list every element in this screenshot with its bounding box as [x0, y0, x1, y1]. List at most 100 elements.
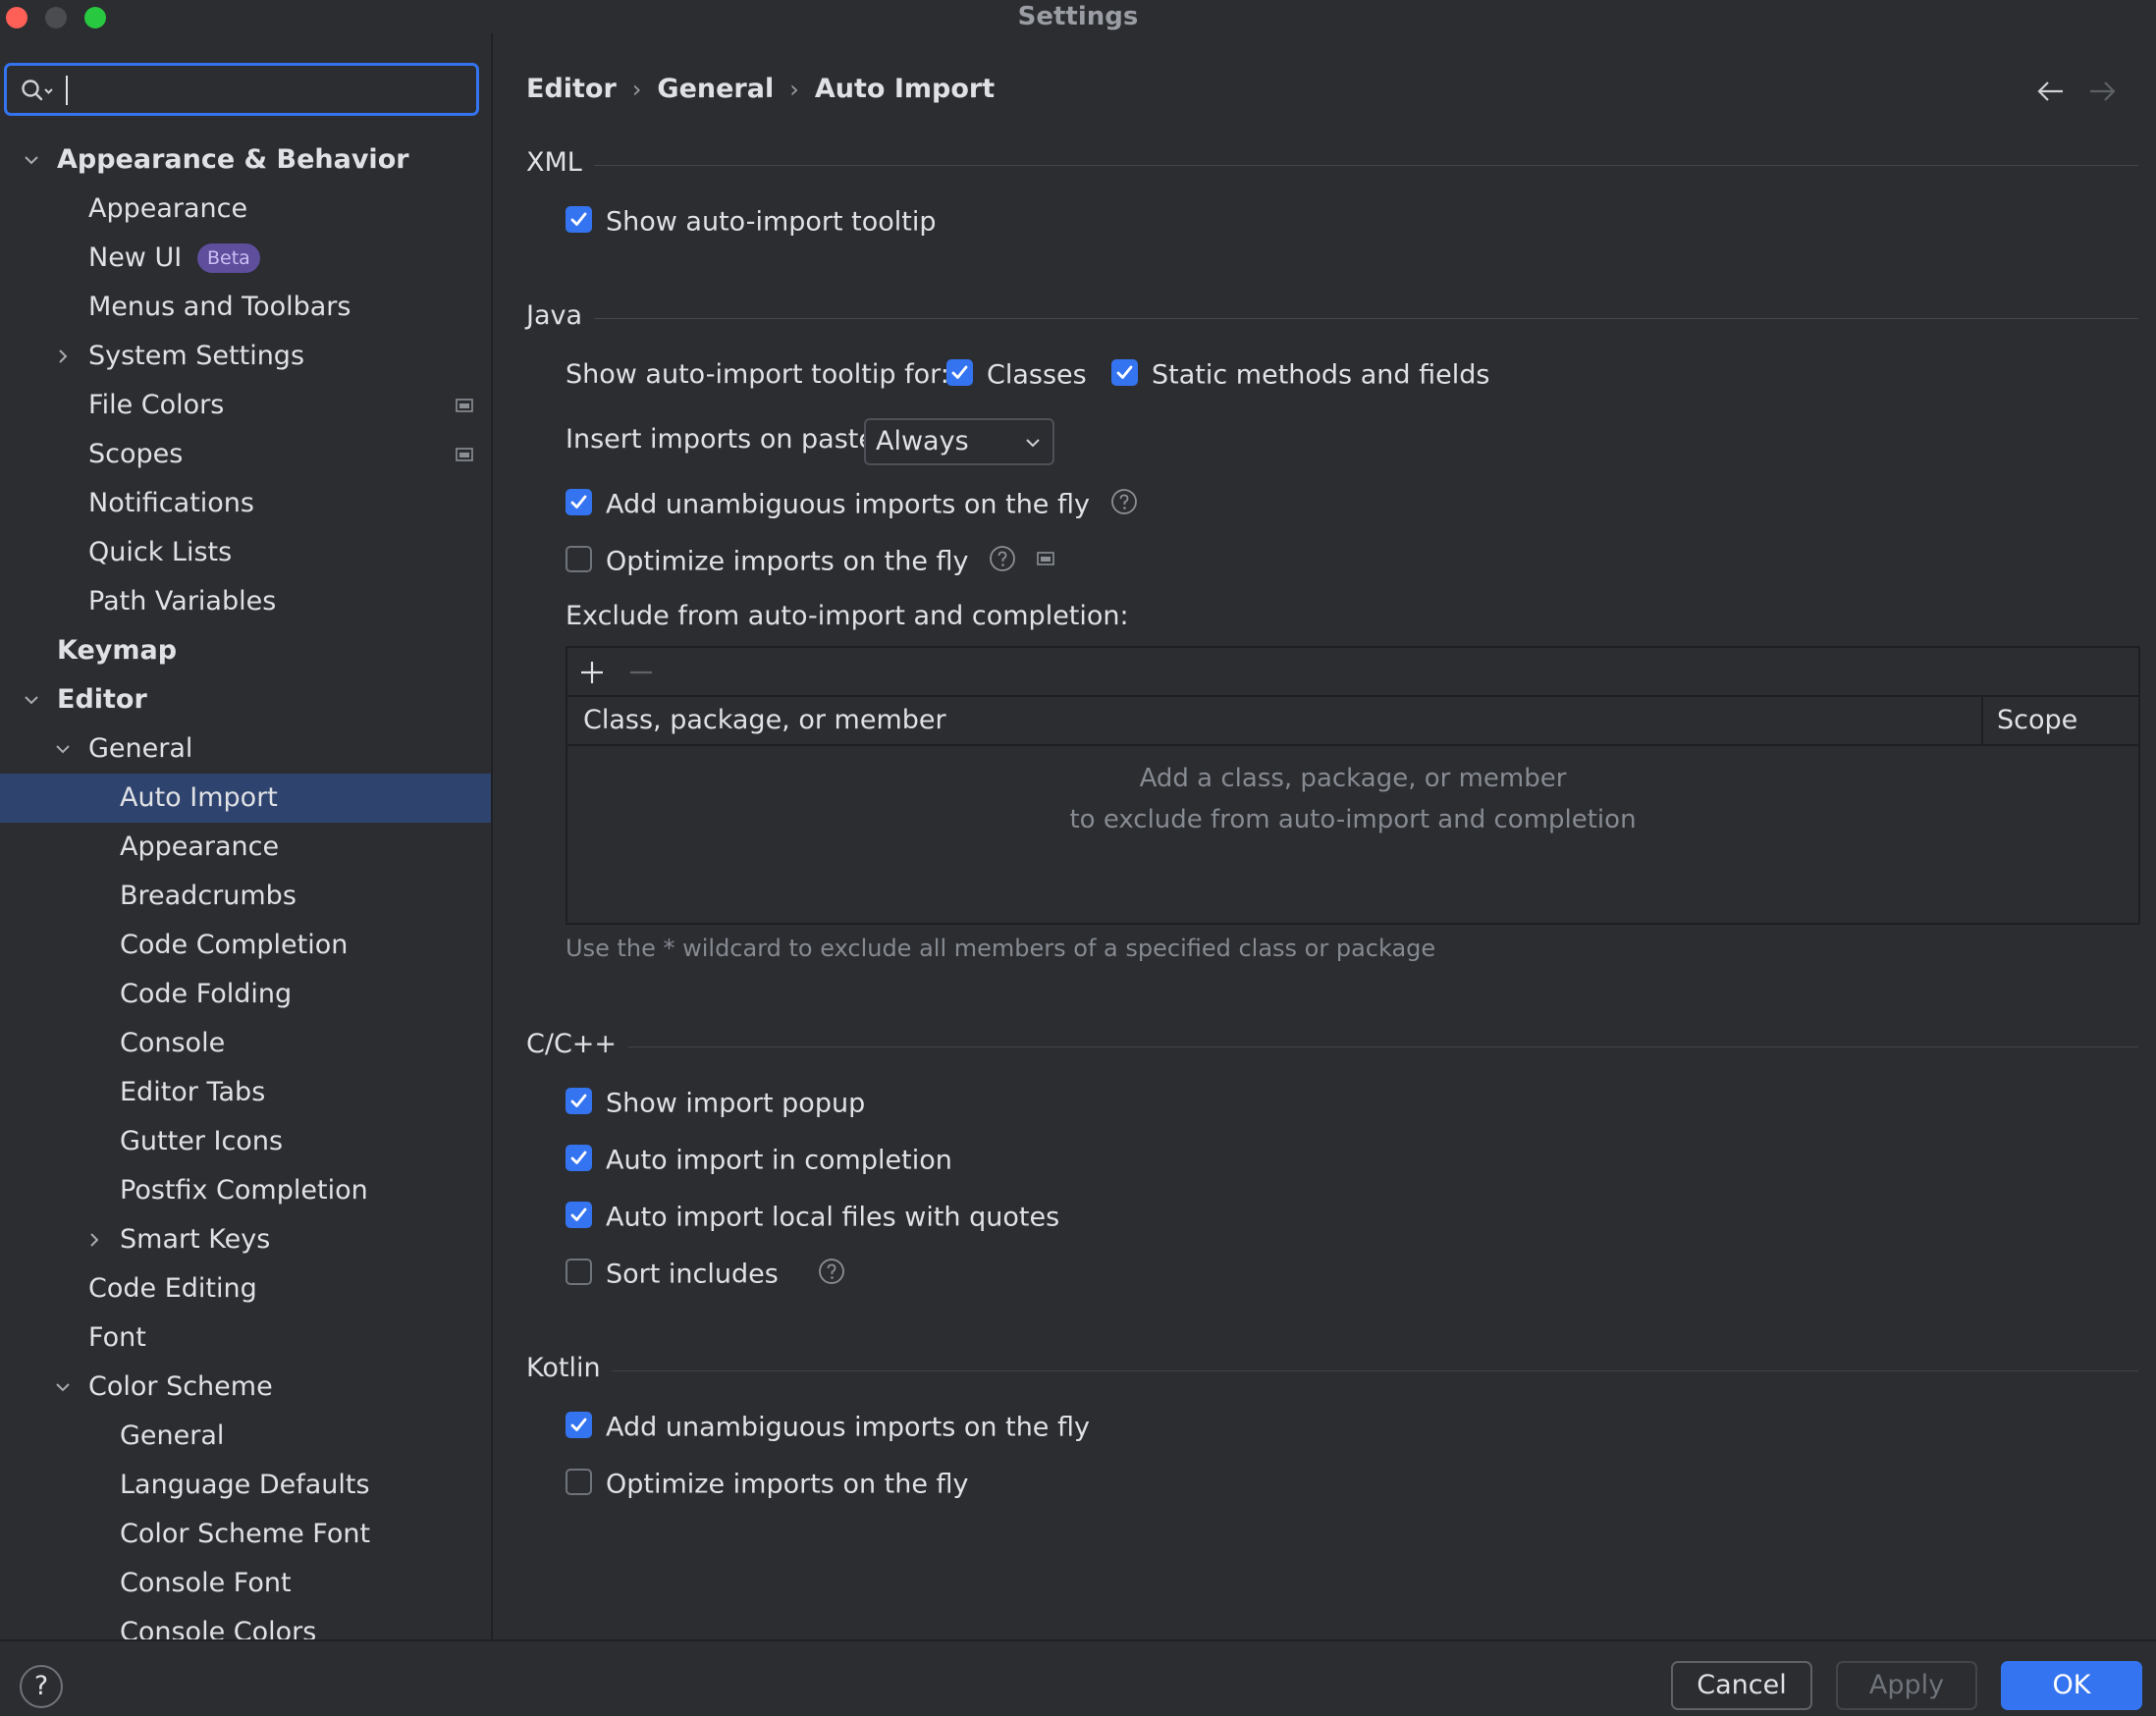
sidebar-item-code-folding[interactable]: Code Folding	[0, 970, 491, 1019]
sidebar-item-editor-tabs[interactable]: Editor Tabs	[0, 1068, 491, 1117]
sidebar-item-new-ui[interactable]: New UI Beta	[0, 234, 491, 283]
sidebar-item-code-editing[interactable]: Code Editing	[0, 1264, 491, 1314]
sidebar-item-breadcrumbs[interactable]: Breadcrumbs	[0, 872, 491, 921]
column-divider	[1981, 697, 1983, 744]
sidebar-item-label: Color Scheme Font	[120, 1519, 371, 1549]
sidebar-item-appearance[interactable]: Appearance	[0, 823, 491, 872]
checkbox-unchecked-icon	[566, 1259, 592, 1285]
cpp-show-import-popup-checkbox[interactable]: Show import popup	[566, 1084, 865, 1123]
sidebar-item-quick-lists[interactable]: Quick Lists	[0, 528, 491, 577]
sidebar-item-label: Breadcrumbs	[120, 881, 296, 911]
breadcrumb-item-editor[interactable]: Editor	[526, 74, 617, 104]
minus-icon[interactable]	[628, 660, 654, 685]
sidebar-item-label: Code Editing	[88, 1273, 257, 1304]
plus-icon[interactable]	[579, 660, 605, 685]
sidebar-item-label: Appearance	[88, 193, 248, 224]
java-optimize-imports-checkbox[interactable]: Optimize imports on the fly	[566, 542, 1054, 581]
settings-sidebar: Appearance & Behavior Appearance New UI Bet…	[0, 33, 493, 1639]
sidebar-item-menus-and-toolbars[interactable]: Menus and Toolbars	[0, 283, 491, 332]
sidebar-item-postfix-completion[interactable]: Postfix Completion	[0, 1166, 491, 1215]
breadcrumb-item-auto-import: Auto Import	[814, 74, 996, 104]
apply-button[interactable]: Apply	[1836, 1661, 1977, 1710]
sidebar-item-gutter-icons[interactable]: Gutter Icons	[0, 1117, 491, 1166]
sidebar-item-editor[interactable]: Editor	[0, 675, 491, 724]
question-circle-icon[interactable]	[989, 545, 1016, 572]
section-title-kotlin: Kotlin	[526, 1353, 613, 1383]
chevron-down-icon[interactable]	[24, 152, 39, 168]
sidebar-item-color-scheme[interactable]: Color Scheme	[0, 1363, 491, 1412]
sidebar-item-path-variables[interactable]: Path Variables	[0, 577, 491, 626]
sidebar-item-console-colors[interactable]: Console Colors	[0, 1608, 491, 1639]
sidebar-item-appearance[interactable]: Appearance	[0, 185, 491, 234]
java-static-methods-checkbox[interactable]: Static methods and fields	[1111, 355, 1489, 395]
sidebar-item-smart-keys[interactable]: Smart Keys	[0, 1215, 491, 1264]
cpp-auto-import-completion-checkbox[interactable]: Auto import in completion	[566, 1141, 952, 1180]
question-circle-icon[interactable]	[1110, 488, 1138, 515]
chevron-down-icon[interactable]	[55, 741, 71, 757]
checkbox-checked-icon	[566, 1145, 592, 1171]
breadcrumb-item-general[interactable]: General	[657, 74, 774, 104]
insert-on-paste-label: Insert imports on paste:	[566, 424, 885, 455]
column-header-scope[interactable]: Scope	[1997, 697, 2077, 744]
sidebar-item-code-completion[interactable]: Code Completion	[0, 921, 491, 970]
sidebar-item-label: Color Scheme	[88, 1371, 273, 1402]
sidebar-item-label: System Settings	[88, 341, 305, 371]
sidebar-item-console[interactable]: Console	[0, 1019, 491, 1068]
dialog-footer: ? Cancel Apply OK	[0, 1639, 2156, 1716]
sidebar-item-label: Console	[120, 1028, 226, 1058]
settings-tree[interactable]: Appearance & Behavior Appearance New UI Bet…	[0, 135, 491, 1639]
sidebar-item-label: Scopes	[88, 439, 184, 469]
sidebar-item-file-colors[interactable]: File Colors	[0, 381, 491, 430]
exclude-table[interactable]: Class, package, or member Scope Add a cl…	[566, 646, 2140, 925]
sidebar-item-appearance-behavior[interactable]: Appearance & Behavior	[0, 135, 491, 185]
cpp-sort-includes-checkbox[interactable]: Sort includes	[566, 1255, 845, 1294]
sidebar-item-language-defaults[interactable]: Language Defaults	[0, 1461, 491, 1510]
section-title-java: Java	[526, 300, 595, 331]
sidebar-item-label: Menus and Toolbars	[88, 292, 351, 322]
chevron-right-icon[interactable]	[55, 349, 71, 364]
sidebar-item-label: Notifications	[88, 488, 254, 518]
section-title-cpp: C/C++	[526, 1029, 629, 1059]
kotlin-add-unambiguous-checkbox[interactable]: Add unambiguous imports on the fly	[566, 1408, 1090, 1447]
sidebar-item-notifications[interactable]: Notifications	[0, 479, 491, 528]
sidebar-item-label: Path Variables	[88, 586, 277, 617]
help-button[interactable]: ?	[20, 1665, 63, 1708]
sidebar-item-general[interactable]: General	[0, 724, 491, 774]
section-divider	[607, 1370, 2138, 1371]
checkbox-checked-icon	[946, 359, 973, 386]
sidebar-item-label: Keymap	[57, 635, 178, 666]
sidebar-item-console-font[interactable]: Console Font	[0, 1559, 491, 1608]
arrow-left-icon[interactable]	[2036, 80, 2066, 102]
cpp-auto-import-local-checkbox[interactable]: Auto import local files with quotes	[566, 1198, 1059, 1237]
kotlin-optimize-imports-checkbox[interactable]: Optimize imports on the fly	[566, 1465, 969, 1504]
question-circle-icon[interactable]	[818, 1258, 845, 1285]
section-title-xml: XML	[526, 147, 594, 178]
java-add-unambiguous-checkbox[interactable]: Add unambiguous imports on the fly	[566, 485, 1138, 524]
sidebar-item-general[interactable]: General	[0, 1412, 491, 1461]
sidebar-item-auto-import[interactable]: Auto Import	[0, 774, 491, 823]
chevron-right-icon[interactable]	[86, 1232, 102, 1248]
chevron-down-icon	[1026, 439, 1040, 448]
sidebar-item-label: Postfix Completion	[120, 1175, 368, 1206]
project-scope-icon	[456, 448, 473, 461]
sidebar-item-font[interactable]: Font	[0, 1314, 491, 1363]
sidebar-item-system-settings[interactable]: System Settings	[0, 332, 491, 381]
java-classes-checkbox[interactable]: Classes	[946, 355, 1087, 395]
cancel-button[interactable]: Cancel	[1671, 1661, 1812, 1710]
chevron-down-icon[interactable]	[55, 1379, 71, 1395]
sidebar-item-color-scheme-font[interactable]: Color Scheme Font	[0, 1510, 491, 1559]
ok-button[interactable]: OK	[2001, 1661, 2142, 1710]
column-header-class[interactable]: Class, package, or member	[583, 697, 946, 744]
insert-on-paste-select[interactable]: Always	[864, 418, 1054, 465]
sidebar-item-keymap[interactable]: Keymap	[0, 626, 491, 675]
chevron-down-icon[interactable]	[24, 692, 39, 708]
search-input[interactable]	[4, 63, 479, 116]
sidebar-item-scopes[interactable]: Scopes	[0, 430, 491, 479]
arrow-right-icon[interactable]	[2087, 80, 2117, 102]
sidebar-item-label: General	[120, 1421, 225, 1451]
sidebar-item-label: Editor	[57, 684, 147, 715]
xml-show-tooltip-checkbox[interactable]: Show auto-import tooltip	[566, 202, 937, 241]
sidebar-item-label: Gutter Icons	[120, 1126, 284, 1156]
sidebar-item-label: Smart Keys	[120, 1224, 271, 1255]
sidebar-item-label: Font	[88, 1322, 146, 1353]
